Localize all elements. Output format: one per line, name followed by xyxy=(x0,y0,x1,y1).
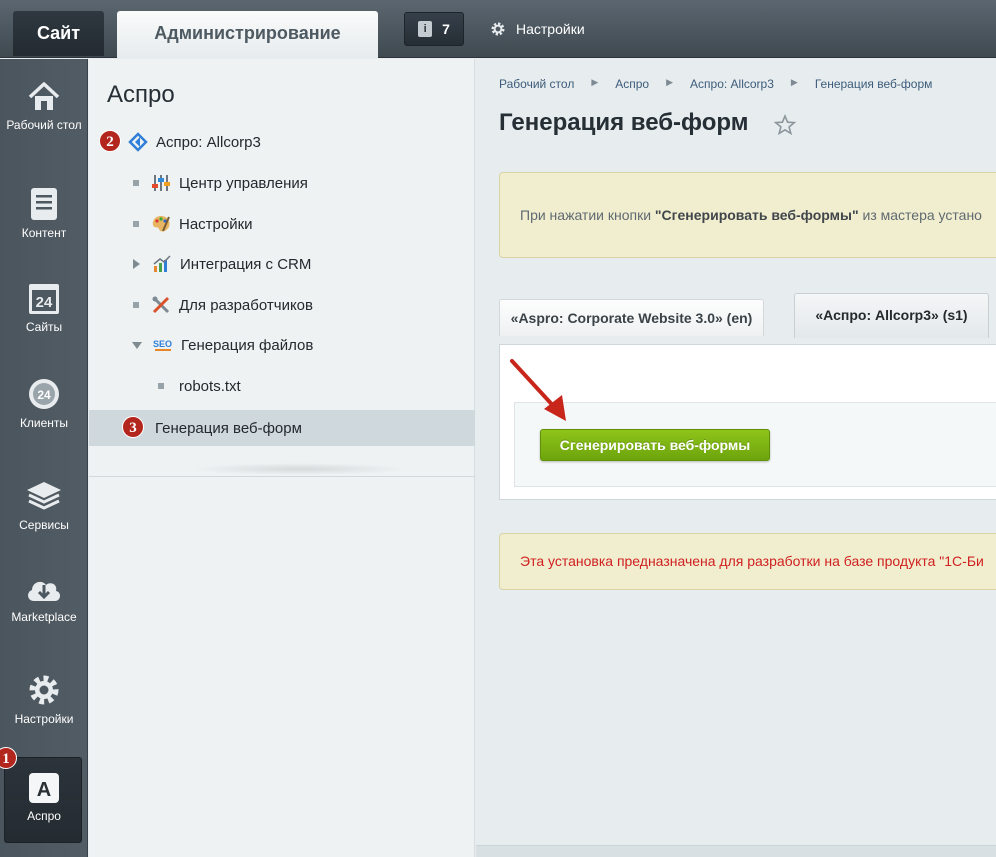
cloud-download-icon xyxy=(28,581,61,601)
menu-item-file-generation[interactable]: SEO Генерация файлов xyxy=(89,327,475,363)
sidebar-item-label: Сервисы xyxy=(19,518,69,532)
sidebar-item-label: Контент xyxy=(21,226,67,240)
generate-webforms-button[interactable]: Сгенерировать веб-формы xyxy=(540,429,770,461)
warning-notice: Эта установка предназначена для разработ… xyxy=(499,533,996,590)
breadcrumb-arrow-icon: ▶ xyxy=(790,77,798,87)
info-notice: При нажатии кнопки "Сгенерировать веб-фо… xyxy=(499,172,996,258)
collapse-arrow-icon[interactable] xyxy=(132,341,142,349)
bullet-icon xyxy=(133,302,139,308)
seo-icon: SEO xyxy=(153,339,172,351)
sidebar-item-label: Настройки xyxy=(14,712,74,726)
sidebar-item-label: Аспро xyxy=(27,809,61,823)
top-bar: Сайт Администрирование i 7 Настройки xyxy=(0,0,996,58)
menu-item-developers[interactable]: Для разработчиков xyxy=(89,287,475,323)
layers-icon xyxy=(27,482,61,510)
menu-item-root[interactable]: Аспро: Allcorp3 xyxy=(89,124,475,160)
notification-icon: i xyxy=(418,21,433,37)
menu-item-label: Центр управления xyxy=(179,174,308,192)
menu-item-label: robots.txt xyxy=(179,377,241,395)
menu-item-webform-generation[interactable]: Генерация веб-форм xyxy=(89,410,475,446)
calendar-24-icon: 24 xyxy=(29,284,59,314)
menu-item-robots[interactable]: robots.txt xyxy=(89,368,475,404)
settings-link[interactable]: Настройки xyxy=(490,18,585,40)
page-title: Генерация веб-форм xyxy=(499,109,749,136)
sidebar-item-label: Сайты xyxy=(25,320,63,334)
tools-icon xyxy=(152,296,170,314)
menu-title: Аспро xyxy=(107,81,175,108)
info-text-prefix: При нажатии кнопки xyxy=(520,207,655,223)
menu-item-label: Для разработчиков xyxy=(179,296,313,314)
sidebar-item-clients[interactable]: 24 Клиенты xyxy=(0,377,88,430)
menu-item-settings[interactable]: Настройки xyxy=(89,206,475,242)
sidebar-item-services[interactable]: Сервисы xyxy=(0,479,88,532)
button-container: Сгенерировать веб-формы xyxy=(514,402,996,487)
sidebar-item-marketplace[interactable]: Marketplace xyxy=(0,573,88,624)
info-text-suffix: из мастера устано xyxy=(858,207,982,223)
notifications-button[interactable]: i 7 xyxy=(404,12,464,46)
menu-item-crm[interactable]: Интеграция с CRM xyxy=(89,246,475,282)
tab-administration[interactable]: Администрирование xyxy=(117,11,378,58)
menu-item-label: Настройки xyxy=(179,215,253,233)
menu-shadow xyxy=(189,463,409,475)
menu-divider xyxy=(89,476,475,477)
bottom-bar xyxy=(476,845,996,857)
breadcrumb: Рабочий стол ▶ Аспро ▶ Аспро: Allcorp3 ▶… xyxy=(499,77,932,91)
info-text-bold: "Сгенерировать веб-формы" xyxy=(654,207,859,223)
sidebar-item-label: Клиенты xyxy=(19,416,69,430)
aspro-icon: A xyxy=(29,773,59,803)
palette-icon xyxy=(152,216,170,232)
sidebar-item-sites[interactable]: 24 Сайты xyxy=(0,281,88,334)
sidebar-item-content[interactable]: Контент xyxy=(0,187,88,240)
svg-text:24: 24 xyxy=(36,294,53,311)
bullet-icon xyxy=(133,180,139,186)
gear-icon xyxy=(29,675,59,705)
svg-text:SEO: SEO xyxy=(153,339,172,349)
home-icon xyxy=(28,82,60,110)
step-badge-2: 2 xyxy=(99,130,121,152)
svg-text:24: 24 xyxy=(37,388,51,402)
gear-icon xyxy=(491,22,505,36)
menu-item-label: Генерация веб-форм xyxy=(155,419,302,437)
settings-label: Настройки xyxy=(516,21,585,37)
favorite-star-icon[interactable] xyxy=(774,114,796,136)
sidebar-item-settings[interactable]: Настройки xyxy=(0,673,88,726)
sidebar-item-aspro[interactable]: A Аспро xyxy=(0,772,88,823)
sidebar-item-desktop[interactable]: Рабочий стол xyxy=(0,81,88,132)
svg-text:A: A xyxy=(37,779,51,801)
breadcrumb-item[interactable]: Аспро xyxy=(615,77,649,91)
section-menu: Аспро Аспро: Allcorp3 2 Центр управления… xyxy=(89,59,475,857)
aspro-diamond-icon xyxy=(128,132,148,152)
breadcrumb-item[interactable]: Генерация веб-форм xyxy=(815,77,933,91)
menu-item-label: Аспро: Allcorp3 xyxy=(156,133,261,151)
main-content: Рабочий стол ▶ Аспро ▶ Аспро: Allcorp3 ▶… xyxy=(476,59,996,857)
red-arrow-annotation xyxy=(510,359,566,421)
expand-arrow-icon[interactable] xyxy=(133,259,140,269)
step-badge-3: 3 xyxy=(122,416,144,438)
sidebar-item-label: Рабочий стол xyxy=(6,118,82,132)
tab-site-s1[interactable]: «Аспро: Allcorp3» (s1) xyxy=(794,293,989,338)
breadcrumb-item[interactable]: Аспро: Allcorp3 xyxy=(690,77,774,91)
bullet-icon xyxy=(158,383,164,389)
menu-item-label: Генерация файлов xyxy=(181,336,314,354)
menu-item-label: Интеграция с CRM xyxy=(180,255,312,273)
tab-site-en[interactable]: «Aspro: Corporate Website 3.0» (en) xyxy=(499,299,764,336)
breadcrumb-arrow-icon: ▶ xyxy=(666,77,674,87)
bullet-icon xyxy=(133,221,139,227)
tab-site[interactable]: Сайт xyxy=(13,11,104,56)
chart-icon xyxy=(153,255,171,272)
menu-item-control-center[interactable]: Центр управления xyxy=(89,165,475,201)
breadcrumb-item[interactable]: Рабочий стол xyxy=(499,77,574,91)
notifications-count: 7 xyxy=(442,21,450,37)
clients-24-icon: 24 xyxy=(29,379,59,409)
breadcrumb-arrow-icon: ▶ xyxy=(591,77,599,87)
control-center-icon xyxy=(152,175,170,191)
sidebar-item-label: Marketplace xyxy=(11,610,77,624)
left-sidebar: Рабочий стол Контент 24 Сайты 24 Клиенты xyxy=(0,59,88,857)
document-icon xyxy=(31,188,57,220)
